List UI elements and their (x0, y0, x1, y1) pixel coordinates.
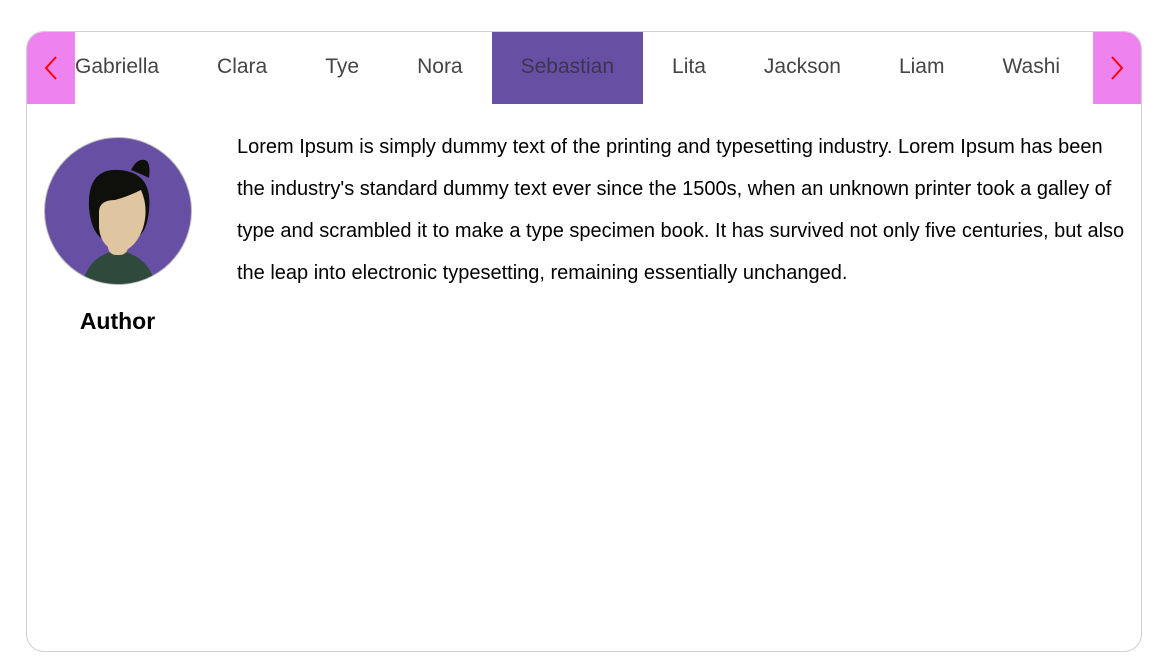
tab-nora[interactable]: Nora (388, 32, 492, 104)
scroll-right-button[interactable] (1093, 32, 1141, 104)
author-label: Author (79, 308, 156, 334)
tab-lita[interactable]: Lita (643, 32, 735, 104)
scroll-left-button[interactable] (27, 32, 75, 104)
tab-liam[interactable]: Liam (870, 32, 974, 104)
tab-header: Gabriella Clara Tye Nora Sebastian Lita … (27, 32, 1141, 104)
tab-jackson[interactable]: Jackson (735, 32, 870, 104)
tab-strip: Gabriella Clara Tye Nora Sebastian Lita … (46, 32, 1089, 104)
tab-clara[interactable]: Clara (188, 32, 296, 104)
chevron-right-icon (1111, 56, 1124, 80)
tab-washi[interactable]: Washi (973, 32, 1089, 104)
avatar (44, 137, 192, 285)
tab-content-text: Lorem Ipsum is simply dummy text of the … (237, 136, 1125, 284)
tab-sebastian[interactable]: Sebastian (491, 32, 644, 104)
person-avatar-icon (83, 159, 155, 284)
tab-tye[interactable]: Tye (296, 32, 388, 104)
tab-view-card: Gabriella Clara Tye Nora Sebastian Lita … (26, 31, 1142, 652)
chevron-left-icon (44, 56, 57, 80)
